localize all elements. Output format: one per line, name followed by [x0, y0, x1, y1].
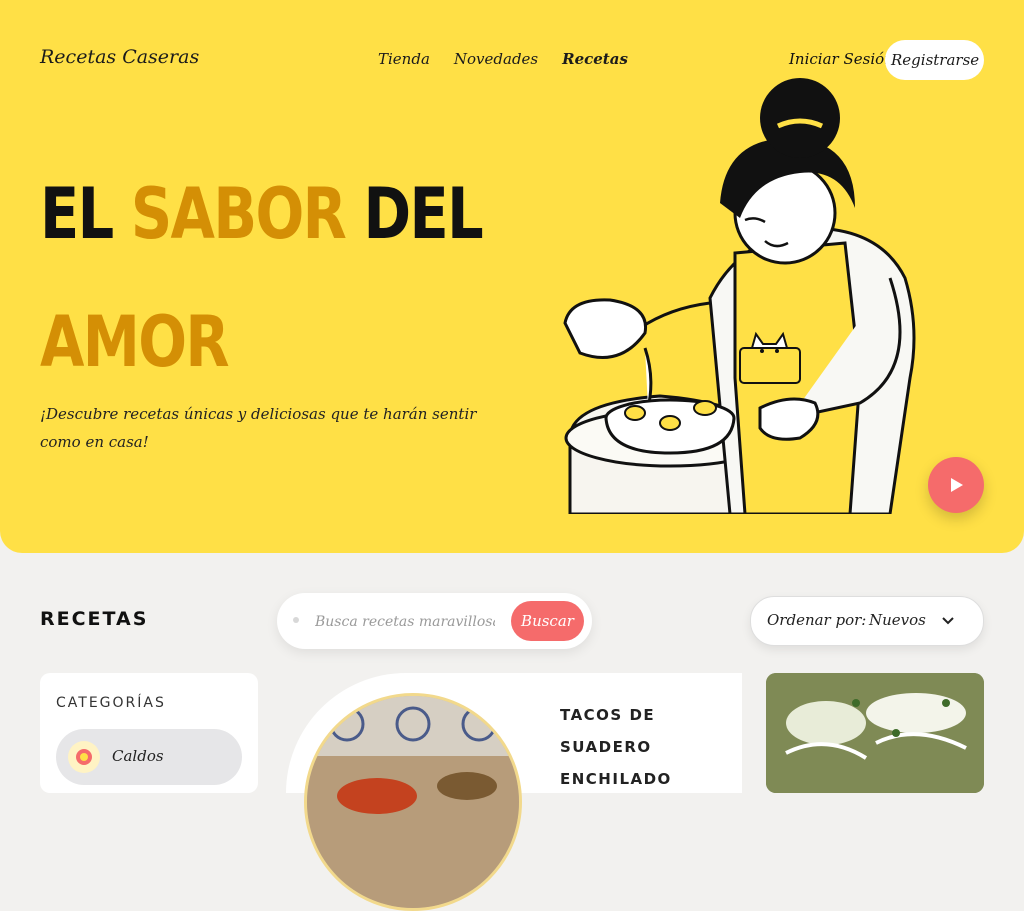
- login-link[interactable]: Iniciar Sesión: [789, 50, 894, 68]
- category-item-caldos[interactable]: Caldos: [56, 729, 242, 785]
- headline-accent-word: sabor: [130, 173, 347, 255]
- headline-word: del: [363, 173, 484, 255]
- chevron-down-icon: [942, 617, 954, 625]
- headline-word: El: [40, 173, 114, 255]
- search-button[interactable]: Buscar: [511, 601, 584, 641]
- nav-recetas[interactable]: Recetas: [562, 50, 628, 68]
- headline-accent-word: amor: [40, 301, 230, 383]
- hero-headline: El sabor del amor: [40, 150, 499, 406]
- search-input[interactable]: [313, 607, 497, 637]
- sort-dropdown[interactable]: Ordenar por: Nuevos: [750, 596, 984, 646]
- hero-section: Recetas Caseras Tienda Novedades Recetas…: [0, 0, 1024, 553]
- sort-value: Nuevos: [869, 611, 926, 629]
- nav-novedades[interactable]: Novedades: [454, 50, 538, 68]
- hero-tagline: ¡Descubre recetas únicas y deliciosas qu…: [40, 405, 477, 451]
- register-button[interactable]: Registrarse: [885, 40, 984, 80]
- search-icon: [293, 617, 299, 623]
- search-bar: Busca r: [277, 593, 592, 649]
- recipe-image: [304, 693, 522, 911]
- sort-label: Ordenar por:: [767, 611, 867, 629]
- main-nav: Tienda Novedades Recetas: [378, 50, 628, 68]
- recipe-photo-card[interactable]: [766, 673, 984, 793]
- featured-recipe-card[interactable]: Tacos de Suadero Enchilado: [286, 673, 742, 911]
- category-label: Caldos: [112, 747, 164, 765]
- play-video-button[interactable]: [928, 457, 984, 513]
- recipes-section-title: Recetas: [40, 608, 149, 630]
- brand-logo[interactable]: Recetas Caseras: [40, 46, 199, 68]
- play-icon: [951, 478, 963, 492]
- categories-panel: Categorías Caldos: [40, 673, 258, 793]
- categories-title: Categorías: [56, 695, 166, 711]
- recipe-title: Tacos de Suadero Enchilado: [560, 706, 672, 788]
- bowl-icon: [68, 741, 100, 773]
- enchiladas-photo: [766, 673, 984, 793]
- cook-illustration: [563, 78, 916, 514]
- nav-tienda[interactable]: Tienda: [378, 50, 430, 68]
